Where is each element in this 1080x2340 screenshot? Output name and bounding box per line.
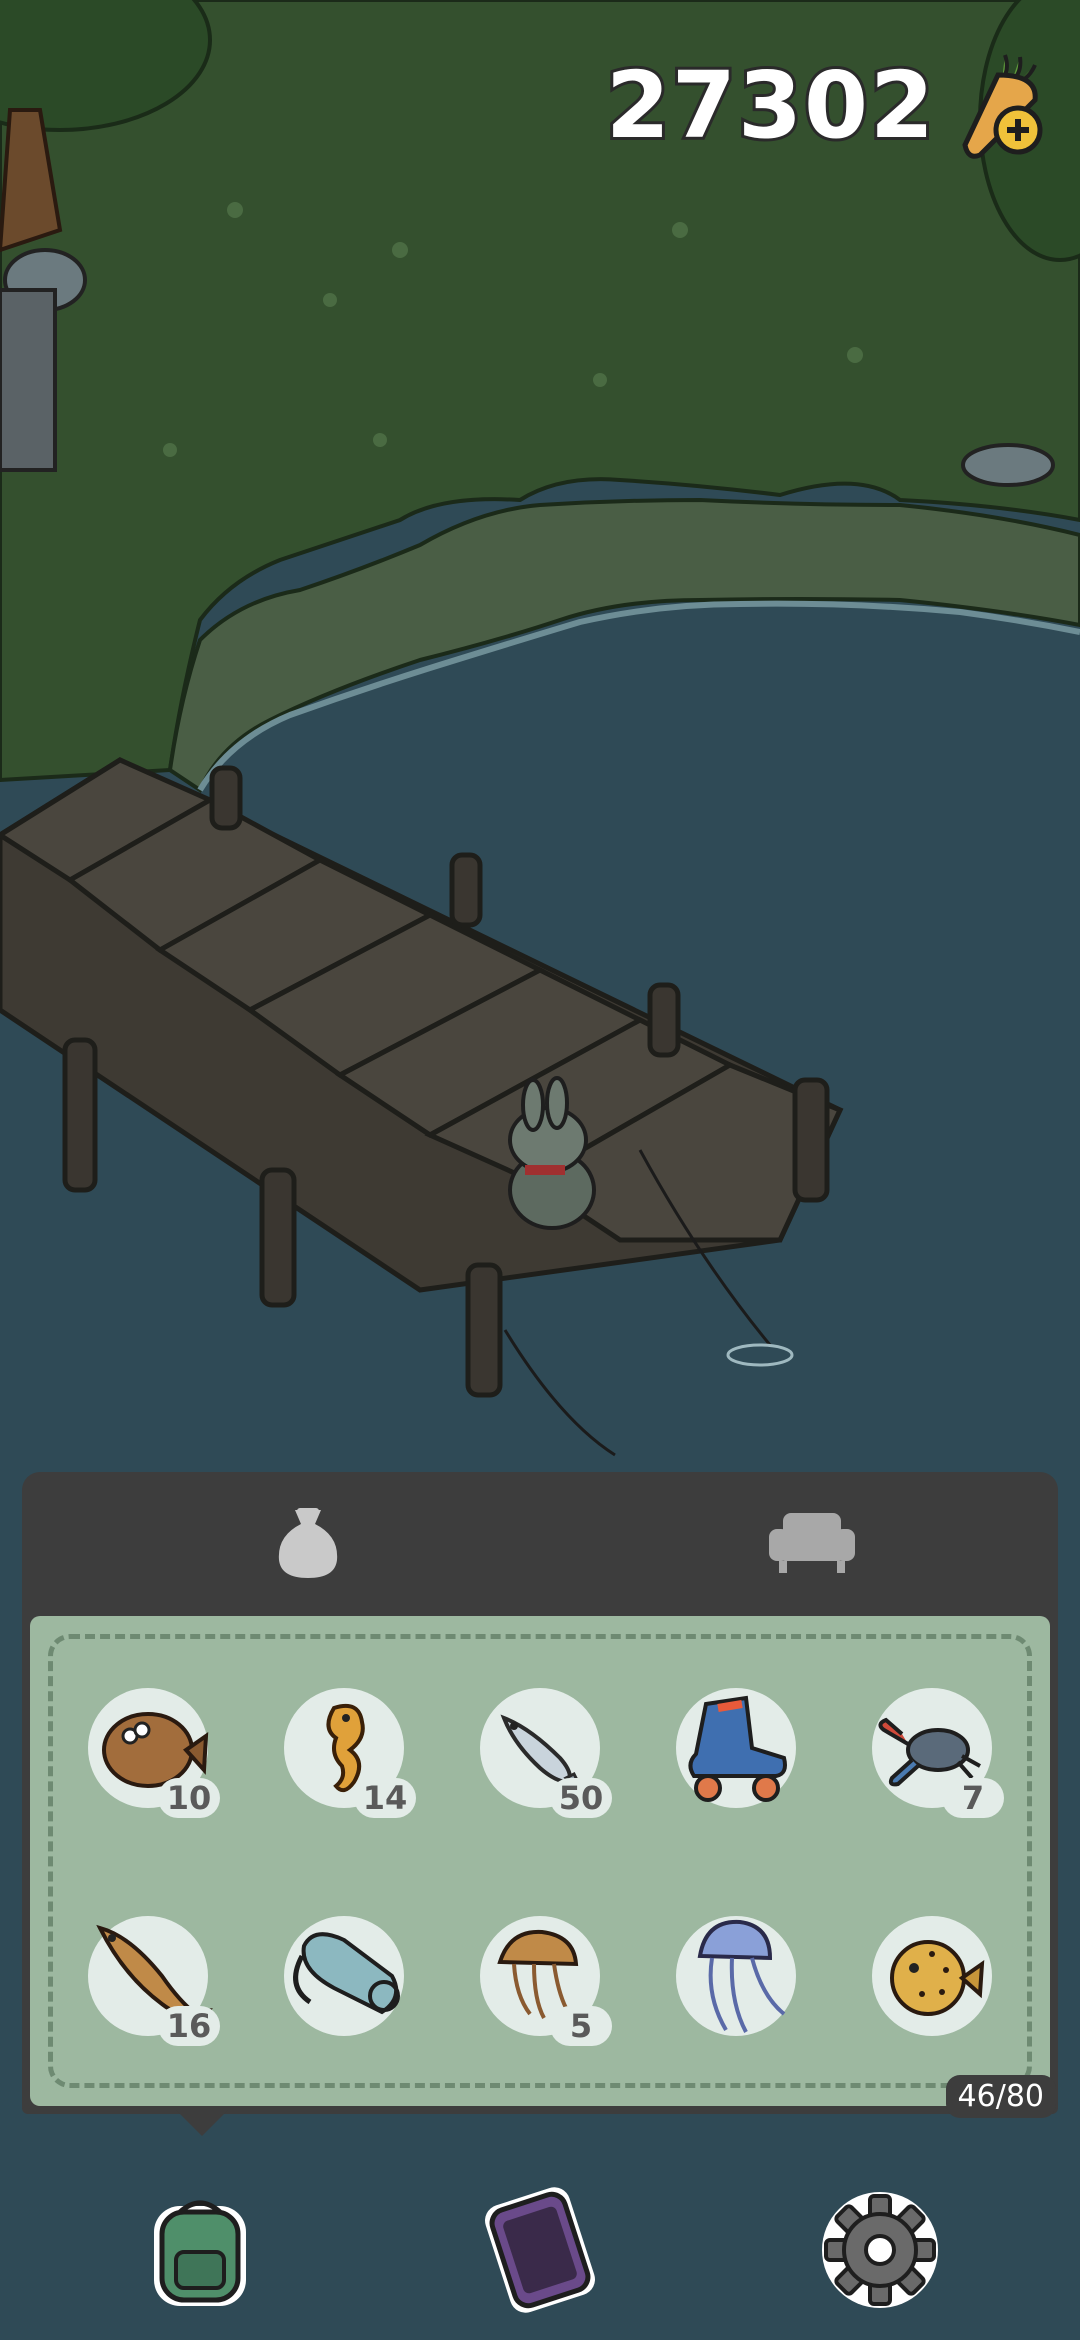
game-scene[interactable]: 27302 — [0, 0, 1080, 1470]
backpack-button[interactable] — [130, 2180, 270, 2320]
sofa-icon — [769, 1513, 855, 1573]
inventory-slot[interactable]: 50 — [480, 1688, 612, 1818]
roller-skate-icon — [688, 1695, 787, 1802]
inventory-capacity: 46/80 — [945, 2075, 1056, 2118]
inventory-slot[interactable]: 16 — [88, 1916, 220, 2046]
inventory-tabs — [22, 1472, 1058, 1612]
inventory-slot[interactable] — [284, 1916, 404, 2036]
inventory-slot[interactable]: 7 — [872, 1688, 1004, 1818]
inventory-slot[interactable] — [676, 1916, 796, 2036]
lake-scene-illustration — [0, 0, 1080, 1470]
carrot-plus-icon[interactable] — [950, 45, 1060, 165]
rolled-mat-icon — [293, 1932, 400, 2015]
inventory-slot[interactable]: 10 — [88, 1688, 220, 1818]
item-count: 10 — [158, 1778, 220, 1818]
item-count: 5 — [550, 2006, 612, 2046]
item-count: 16 — [158, 2006, 220, 2046]
sack-icon — [278, 1508, 338, 1578]
item-count: 50 — [550, 1778, 612, 1818]
active-tab-pointer — [176, 2110, 228, 2136]
tab-bag[interactable] — [248, 1492, 368, 1592]
inventory-slot[interactable]: 14 — [284, 1688, 416, 1818]
backpack-icon — [154, 2200, 246, 2306]
inventory-panel: 10 14 50 7 16 5 46/80 — [22, 1472, 1058, 2118]
inventory-slot[interactable] — [676, 1688, 796, 1808]
inventory-slot[interactable] — [872, 1916, 992, 2036]
inventory-grid: 10 14 50 7 16 5 46/80 — [30, 1616, 1056, 2118]
carrot-currency: 27302 — [603, 40, 1060, 170]
carrot-count: 27302 — [603, 49, 937, 162]
item-count: 14 — [354, 1778, 416, 1818]
item-count: 7 — [942, 1778, 1004, 1818]
phone-icon — [485, 2187, 595, 2313]
tab-furniture[interactable] — [752, 1492, 872, 1592]
phone-button[interactable] — [470, 2180, 610, 2320]
settings-button[interactable] — [810, 2180, 950, 2320]
pufferfish-icon — [890, 1940, 985, 2016]
inventory-slot[interactable]: 5 — [480, 1916, 612, 2046]
gear-icon — [822, 2192, 938, 2308]
jellyfish-icon — [697, 1919, 786, 2033]
